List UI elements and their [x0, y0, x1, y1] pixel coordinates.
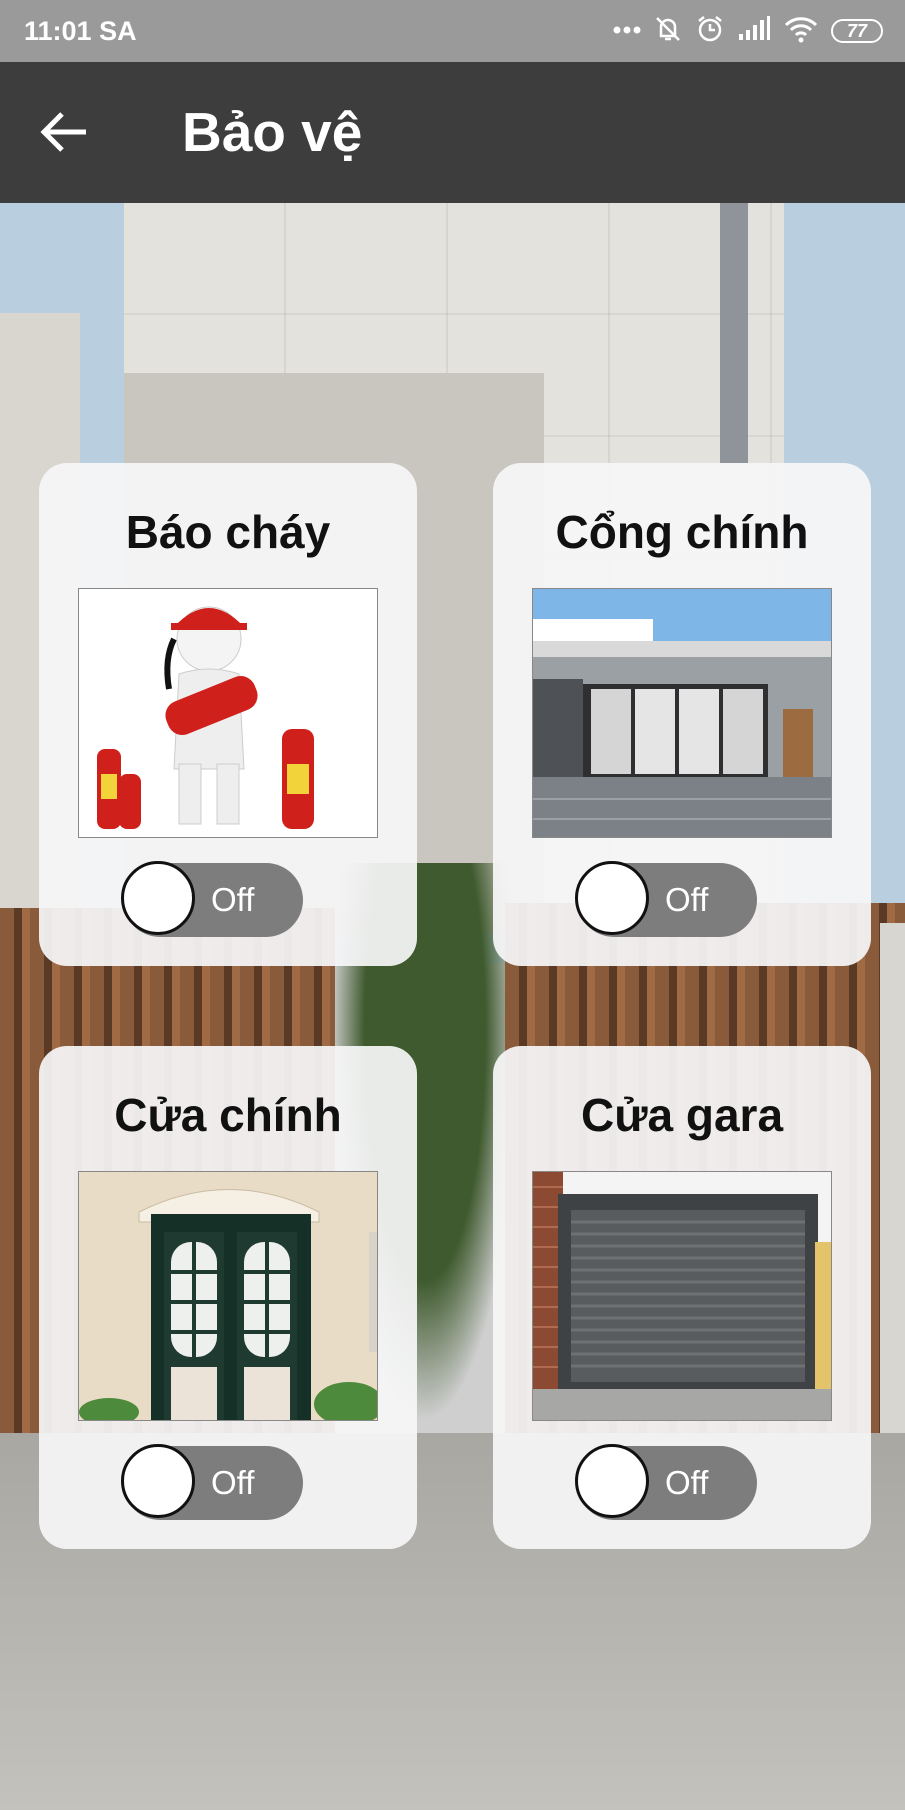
more-dots-icon: [613, 22, 641, 40]
switch-label: Off: [665, 1464, 709, 1501]
wifi-icon: [783, 15, 819, 48]
garage-door-switch[interactable]: Off: [575, 1444, 757, 1520]
switch-knob: [121, 1444, 195, 1518]
card-title: Cổng chính: [555, 506, 809, 558]
switch-label: Off: [211, 1464, 255, 1501]
back-button[interactable]: [34, 102, 94, 162]
background-photo: [0, 203, 905, 1810]
app-bar: Bảo vệ: [0, 62, 905, 203]
switch-label: Off: [665, 881, 709, 918]
alarm-icon: [695, 14, 725, 49]
back-arrow-icon: [40, 112, 86, 152]
switch-knob: [121, 861, 195, 935]
switch-label: Off: [211, 881, 255, 918]
main-gate-image: [532, 588, 832, 838]
status-time: 11:01 SA: [24, 16, 137, 46]
switch-knob: [575, 1444, 649, 1518]
garage-door-image: [532, 1171, 832, 1421]
card-main-door: Cửa chính Off: [39, 1046, 417, 1549]
status-icons: 77: [601, 14, 883, 48]
mute-bell-icon: [653, 14, 683, 49]
status-bar: 11:01 SA 77: [0, 0, 905, 62]
main-door-switch[interactable]: Off: [121, 1444, 303, 1520]
card-main-gate: Cổng chính Off: [493, 463, 871, 966]
card-title: Báo cháy: [125, 506, 331, 558]
battery-indicator: 77: [831, 19, 883, 43]
signal-icon: [737, 15, 771, 47]
card-fire-alarm: Báo cháy Off: [39, 463, 417, 966]
page-title: Bảo vệ: [182, 101, 363, 163]
fire-alarm-switch[interactable]: Off: [121, 861, 303, 937]
switch-knob: [575, 861, 649, 935]
card-garage-door: Cửa gara Off: [493, 1046, 871, 1549]
fire-alarm-image: [78, 588, 378, 838]
card-title: Cửa chính: [114, 1089, 342, 1141]
main-door-image: [78, 1171, 378, 1421]
card-title: Cửa gara: [580, 1089, 784, 1141]
main-gate-switch[interactable]: Off: [575, 861, 757, 937]
